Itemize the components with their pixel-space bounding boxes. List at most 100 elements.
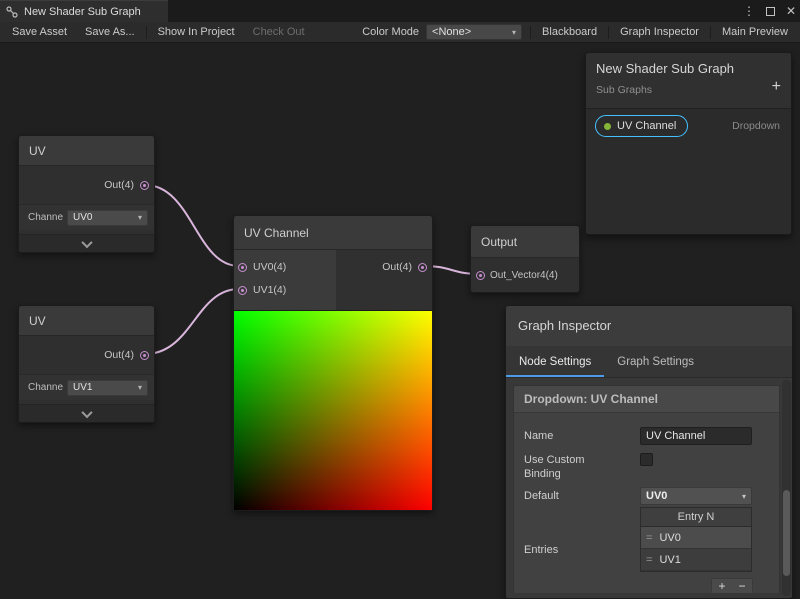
channel-label: Channe bbox=[28, 212, 63, 223]
property-label: UV Channel bbox=[617, 120, 676, 132]
blackboard-panel[interactable]: New Shader Sub Graph Sub Graphs + UV Cha… bbox=[585, 52, 792, 235]
input-port[interactable] bbox=[238, 286, 247, 295]
inspector-content: Dropdown: UV Channel Name Use Custom Bin… bbox=[506, 378, 792, 593]
collapse-toggle[interactable] bbox=[19, 404, 154, 422]
default-field-row: Default UV0 ▾ bbox=[514, 487, 779, 505]
channel-row: Channe UV0 ▾ bbox=[19, 204, 154, 230]
section-title: Dropdown: UV Channel bbox=[514, 386, 779, 413]
window-controls: ⋮ ✕ bbox=[743, 0, 796, 22]
inspector-scrollbar[interactable] bbox=[782, 380, 791, 596]
channel-row: Channe UV1 ▾ bbox=[19, 374, 154, 400]
toolbar-separator bbox=[608, 26, 609, 39]
channel-value: UV1 bbox=[73, 382, 92, 393]
channel-dropdown[interactable]: UV0 ▾ bbox=[67, 210, 148, 226]
uv-channel-node[interactable]: UV Channel UV0(4) UV1(4) Out(4) bbox=[233, 215, 433, 511]
binding-field-row: Use Custom Binding bbox=[514, 453, 779, 481]
blackboard-toggle-button[interactable]: Blackboard bbox=[533, 22, 606, 43]
port-label: Out(4) bbox=[104, 179, 134, 191]
use-custom-binding-label: Use Custom Binding bbox=[524, 453, 604, 481]
chevron-down-icon: ▾ bbox=[138, 213, 142, 222]
collapse-toggle[interactable] bbox=[19, 234, 154, 252]
output-port[interactable] bbox=[140, 181, 149, 190]
add-property-button[interactable]: + bbox=[772, 79, 781, 95]
entry-row[interactable]: = UV1 bbox=[641, 549, 751, 571]
toolbar-separator bbox=[530, 26, 531, 39]
tab-title: New Shader Sub Graph bbox=[24, 6, 141, 18]
add-entry-button[interactable]: + bbox=[712, 579, 732, 593]
show-in-project-button[interactable]: Show In Project bbox=[149, 22, 244, 43]
blackboard-item: UV Channel Dropdown bbox=[586, 109, 791, 143]
save-asset-button[interactable]: Save Asset bbox=[3, 22, 76, 43]
entries-header: Entry N bbox=[641, 508, 751, 527]
output-node[interactable]: Output Out_Vector4(4) bbox=[470, 225, 580, 293]
inspector-title: Graph Inspector bbox=[506, 306, 792, 346]
node-title[interactable]: Output bbox=[471, 226, 579, 258]
property-pill[interactable]: UV Channel bbox=[595, 115, 688, 137]
title-bar: New Shader Sub Graph ⋮ ✕ bbox=[0, 0, 800, 22]
uv-gradient-preview bbox=[234, 310, 432, 510]
port-label: Out_Vector4(4) bbox=[490, 270, 558, 281]
node-title[interactable]: UV bbox=[19, 306, 154, 336]
color-mode-group: Color Mode <None> ▾ bbox=[362, 24, 522, 40]
node-title[interactable]: UV bbox=[19, 136, 154, 166]
tab-node-settings[interactable]: Node Settings bbox=[506, 346, 604, 377]
port-label: Out(4) bbox=[382, 261, 412, 273]
entries-footer: + − bbox=[514, 578, 753, 593]
edge-uv1 bbox=[145, 289, 239, 354]
output-ports: Out(4) bbox=[336, 250, 432, 310]
main-preview-toggle-button[interactable]: Main Preview bbox=[713, 22, 797, 43]
entries-table: Entry N = UV0 = UV1 bbox=[640, 507, 752, 572]
chevron-down-icon: ▾ bbox=[138, 383, 142, 392]
blackboard-header: New Shader Sub Graph Sub Graphs + bbox=[586, 53, 791, 109]
channel-value: UV0 bbox=[73, 212, 92, 223]
name-label: Name bbox=[524, 429, 640, 443]
property-type: Dropdown bbox=[732, 120, 782, 132]
channel-dropdown[interactable]: UV1 ▾ bbox=[67, 380, 148, 396]
name-field-row: Name bbox=[514, 427, 779, 445]
default-dropdown[interactable]: UV0 ▾ bbox=[640, 487, 752, 505]
close-icon[interactable]: ✕ bbox=[786, 4, 796, 18]
color-mode-dropdown[interactable]: <None> ▾ bbox=[426, 24, 522, 40]
output-port[interactable] bbox=[140, 351, 149, 360]
name-input[interactable] bbox=[640, 427, 752, 445]
graph-inspector-panel[interactable]: Graph Inspector Node Settings Graph Sett… bbox=[505, 305, 793, 599]
dropdown-section: Dropdown: UV Channel Name Use Custom Bin… bbox=[513, 385, 780, 593]
remove-entry-button[interactable]: − bbox=[732, 579, 752, 593]
scrollbar-thumb[interactable] bbox=[783, 490, 790, 576]
uv-node-1[interactable]: UV Out(4) Channe UV0 ▾ bbox=[18, 135, 155, 253]
port-label: UV1(4) bbox=[253, 284, 286, 296]
use-custom-binding-checkbox[interactable] bbox=[640, 453, 653, 466]
entry-row[interactable]: = UV0 bbox=[641, 527, 751, 549]
port-label: Out(4) bbox=[104, 349, 134, 361]
exposed-dot-icon bbox=[604, 123, 611, 130]
input-port[interactable] bbox=[476, 271, 485, 280]
entry-label: UV0 bbox=[659, 532, 680, 544]
maximize-icon[interactable] bbox=[766, 7, 775, 16]
graph-toolbar: Save Asset Save As... Show In Project Ch… bbox=[0, 22, 800, 43]
toolbar-separator bbox=[146, 26, 147, 39]
drag-handle-icon[interactable]: = bbox=[646, 532, 652, 544]
input-ports: UV0(4) UV1(4) bbox=[234, 250, 336, 310]
toolbar-separator bbox=[710, 26, 711, 39]
shader-graph-icon bbox=[6, 6, 18, 18]
default-label: Default bbox=[524, 489, 640, 503]
drag-handle-icon[interactable]: = bbox=[646, 554, 652, 566]
save-as-button[interactable]: Save As... bbox=[76, 22, 144, 43]
node-title[interactable]: UV Channel bbox=[234, 216, 432, 250]
uv-node-2[interactable]: UV Out(4) Channe UV1 ▾ bbox=[18, 305, 155, 423]
check-out-button: Check Out bbox=[244, 22, 314, 43]
input-port-row: Out_Vector4(4) bbox=[471, 258, 579, 292]
output-port[interactable] bbox=[418, 263, 427, 272]
window-tab[interactable]: New Shader Sub Graph bbox=[0, 0, 168, 22]
tab-graph-settings[interactable]: Graph Settings bbox=[604, 346, 707, 377]
edge-uv0 bbox=[145, 185, 239, 266]
default-value: UV0 bbox=[646, 490, 667, 502]
add-remove-bar: + − bbox=[711, 578, 753, 593]
blackboard-title: New Shader Sub Graph bbox=[596, 61, 781, 76]
inspector-tabs: Node Settings Graph Settings bbox=[506, 346, 792, 378]
output-port-row: Out(4) bbox=[19, 166, 154, 204]
input-port[interactable] bbox=[238, 263, 247, 272]
output-port-row: Out(4) bbox=[336, 256, 432, 278]
graph-inspector-toggle-button[interactable]: Graph Inspector bbox=[611, 22, 708, 43]
more-menu-icon[interactable]: ⋮ bbox=[743, 4, 755, 18]
